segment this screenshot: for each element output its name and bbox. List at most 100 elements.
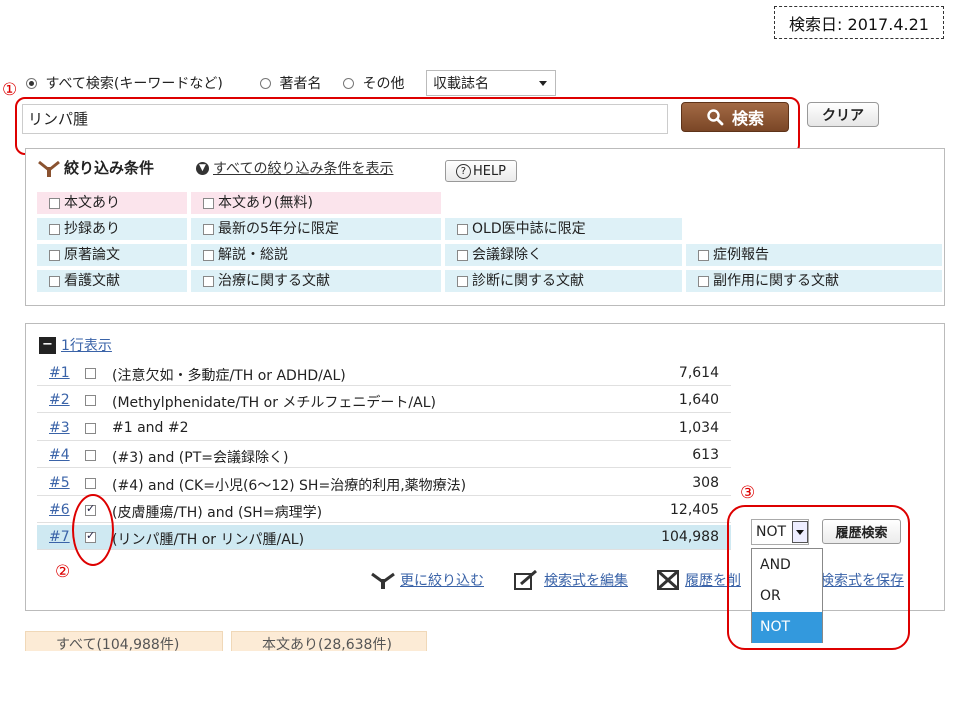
filter-fulltext[interactable]: 本文あり (37, 192, 187, 214)
history-checkbox[interactable] (85, 368, 96, 379)
annotation-3: ③ (740, 483, 756, 503)
history-row: #2 (Methylphenidate/TH or メチルフェニデート/AL) … (37, 388, 731, 413)
funnel-icon (371, 572, 395, 589)
filter-diagnosis[interactable]: 診断に関する文献 (445, 270, 682, 292)
radio-all-label: すべて検索(キーワードなど) (45, 76, 223, 92)
filter-label: OLD医中誌に限定 (472, 221, 586, 237)
history-count: 1,034 (678, 420, 719, 436)
filter-side-effects[interactable]: 副作用に関する文献 (686, 270, 942, 292)
help-button[interactable]: ? HELP (445, 160, 517, 182)
refine-link[interactable]: 更に絞り込む (370, 570, 484, 590)
history-row: #4 (#3) and (PT=会議録除く) 613 (37, 443, 731, 468)
filter-label: 最新の5年分に限定 (218, 221, 339, 237)
checkbox[interactable] (49, 275, 60, 287)
edit-query-label: 検索式を編集 (544, 573, 628, 589)
search-mode-group: すべて検索(キーワードなど) (26, 73, 223, 93)
search-button-label: 検索 (731, 109, 764, 128)
checkbox[interactable] (457, 249, 468, 261)
field-select-value: 収載誌名 (433, 76, 489, 92)
history-row: #1 (注意欠如・多動症/TH or ADHD/AL) 7,614 (37, 361, 731, 386)
checkbox[interactable] (203, 223, 214, 235)
radio-author-label: 著者名 (279, 76, 322, 92)
search-button[interactable]: 検索 (681, 102, 789, 132)
history-query: (#3) and (PT=会議録除く) (112, 450, 289, 466)
annotation-oval-operator (727, 505, 910, 650)
history-checkbox[interactable] (85, 395, 96, 406)
delete-icon (657, 570, 679, 590)
show-all-filters-label: すべての絞り込み条件を表示 (213, 161, 394, 177)
history-count: 7,614 (678, 365, 719, 381)
checkbox[interactable] (457, 275, 468, 287)
history-row-selected: #7 (リンパ腫/TH or リンパ腫/AL) 104,988 (37, 525, 731, 550)
history-query: #1 and #2 (112, 420, 189, 436)
history-row: #5 (#4) and (CK=小児(6〜12) SH=治療的利用,薬物療法) … (37, 471, 731, 496)
field-select[interactable]: 収載誌名 (426, 70, 556, 96)
history-query: (リンパ腫/TH or リンパ腫/AL) (112, 532, 305, 548)
collapse-icon: − (39, 336, 56, 354)
history-num-link[interactable]: #5 (49, 475, 70, 491)
tab-all[interactable]: すべて(104,988件) (25, 631, 223, 651)
tab-fulltext[interactable]: 本文あり(28,638件) (231, 631, 427, 651)
filter-label: 会議録除く (472, 247, 542, 263)
radio-other[interactable] (343, 77, 354, 89)
history-query: (#4) and (CK=小児(6〜12) SH=治療的利用,薬物療法) (112, 478, 467, 494)
history-checkbox[interactable] (85, 478, 96, 489)
checkbox[interactable] (49, 249, 60, 261)
checkbox[interactable] (203, 249, 214, 261)
checkbox[interactable] (203, 197, 214, 209)
history-checkbox[interactable] (85, 423, 96, 434)
checkbox[interactable] (457, 223, 468, 235)
radio-all[interactable] (26, 77, 37, 89)
filter-latest-5y[interactable]: 最新の5年分に限定 (191, 218, 441, 240)
radio-author[interactable] (260, 77, 271, 89)
history-query: (Methylphenidate/TH or メチルフェニデート/AL) (112, 395, 436, 411)
filter-label: 看護文献 (64, 273, 120, 289)
filter-treatment[interactable]: 治療に関する文献 (191, 270, 441, 292)
filter-label: 抄録あり (64, 221, 120, 237)
history-checkbox[interactable] (85, 450, 96, 461)
one-line-toggle[interactable]: − 1行表示 (39, 335, 112, 355)
filter-review[interactable]: 解説・総説 (191, 244, 441, 266)
question-icon: ? (455, 163, 471, 179)
filter-abstract[interactable]: 抄録あり (37, 218, 187, 240)
checkbox[interactable] (698, 275, 709, 287)
filter-header-label: 絞り込み条件 (64, 159, 155, 177)
history-num-link[interactable]: #7 (49, 529, 70, 545)
filter-label: 解説・総説 (218, 247, 288, 263)
search-date: 検索日: 2017.4.21 (774, 6, 944, 39)
checkbox[interactable] (49, 197, 60, 209)
history-count: 613 (692, 447, 719, 463)
filter-exclude-proceedings[interactable]: 会議録除く (445, 244, 682, 266)
history-num-link[interactable]: #3 (49, 420, 70, 436)
clear-button[interactable]: クリア (807, 102, 879, 127)
filter-case-report[interactable]: 症例報告 (686, 244, 942, 266)
annotation-1: ① (2, 80, 18, 100)
history-count: 1,640 (678, 392, 719, 408)
filter-fulltext-free[interactable]: 本文あり(無料) (191, 192, 441, 214)
help-button-label: HELP (472, 163, 507, 179)
edit-icon (514, 570, 537, 590)
show-all-filters[interactable]: ▼ すべての絞り込み条件を表示 (196, 158, 393, 178)
checkbox[interactable] (698, 249, 709, 261)
checkbox[interactable] (203, 275, 214, 287)
filter-original[interactable]: 原著論文 (37, 244, 187, 266)
checkbox[interactable] (49, 223, 60, 235)
filter-label: 原著論文 (64, 247, 120, 263)
filter-label: 診断に関する文献 (472, 273, 584, 289)
history-num-link[interactable]: #1 (49, 365, 70, 381)
edit-query-link[interactable]: 検索式を編集 (514, 570, 628, 590)
history-num-link[interactable]: #2 (49, 392, 70, 408)
funnel-icon (38, 160, 60, 177)
search-icon (707, 109, 724, 126)
history-count: 12,405 (670, 502, 719, 518)
filter-label: 治療に関する文献 (218, 273, 330, 289)
history-num-link[interactable]: #4 (49, 447, 70, 463)
annotation-oval-checkboxes (72, 494, 114, 566)
filter-old-ichushi[interactable]: OLD医中誌に限定 (445, 218, 682, 240)
history-query: (注意欠如・多動症/TH or ADHD/AL) (112, 368, 346, 384)
filter-label: 本文あり (64, 195, 120, 211)
search-input[interactable]: リンパ腫 (22, 104, 668, 134)
chevron-down-icon (539, 80, 547, 86)
filter-nursing[interactable]: 看護文献 (37, 270, 187, 292)
history-num-link[interactable]: #6 (49, 502, 70, 518)
